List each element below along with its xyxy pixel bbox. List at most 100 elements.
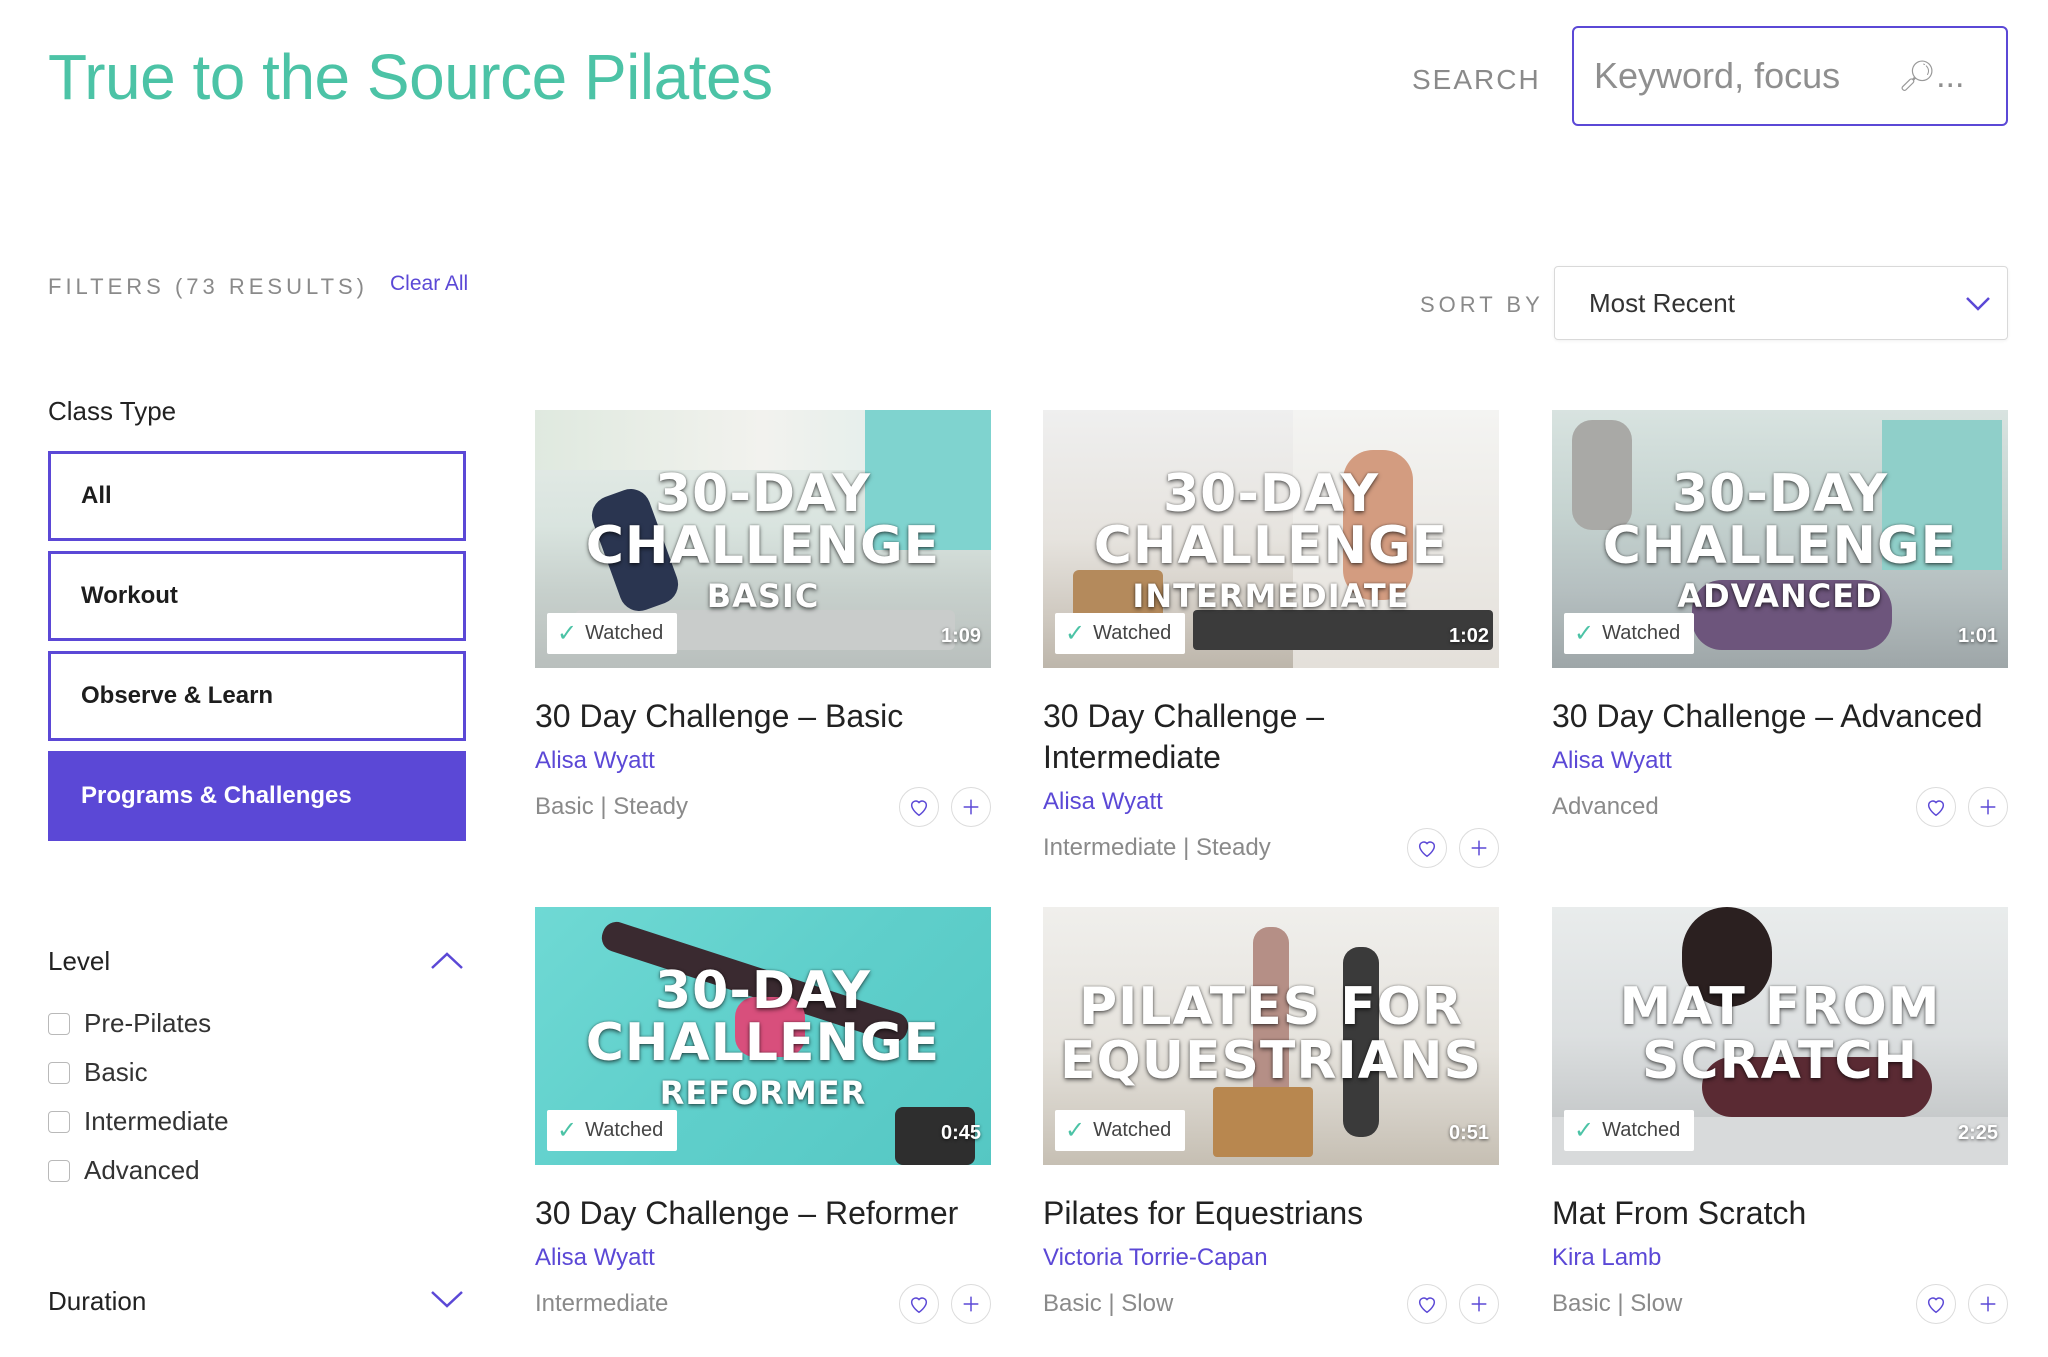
class-card[interactable]: PILATES FOR EQUESTRIANS ✓ Watched 0:51 P… bbox=[1043, 907, 1499, 1324]
filters-results-label: FILTERS (73 RESULTS) bbox=[48, 274, 369, 299]
instructor-link[interactable]: Alisa Wyatt bbox=[535, 1244, 991, 1272]
class-card[interactable]: MAT FROM SCRATCH ✓ Watched 2:25 Mat From… bbox=[1552, 907, 2008, 1324]
sort-select[interactable]: Most Recent bbox=[1554, 266, 2008, 340]
thumbnail-subtitle: BASIC bbox=[706, 577, 820, 615]
instructor-link[interactable]: Alisa Wyatt bbox=[1552, 747, 2008, 775]
sort-by-label: SORT BY bbox=[1420, 292, 1544, 317]
add-to-list-button[interactable] bbox=[1968, 1284, 2008, 1324]
check-icon: ✓ bbox=[557, 620, 578, 647]
clear-all-link[interactable]: Clear All bbox=[390, 272, 468, 296]
plus-icon bbox=[1471, 1296, 1487, 1312]
add-to-list-button[interactable] bbox=[1459, 828, 1499, 868]
class-title[interactable]: 30 Day Challenge – Reformer bbox=[535, 1193, 991, 1234]
class-card[interactable]: 30-DAY CHALLENGE ADVANCED ✓ Watched 1:01… bbox=[1552, 410, 2008, 827]
class-level: Basic | Steady bbox=[535, 793, 688, 820]
check-icon: ✓ bbox=[557, 1117, 578, 1144]
add-to-list-button[interactable] bbox=[1968, 787, 2008, 827]
instructor-link[interactable]: Victoria Torrie-Capan bbox=[1043, 1244, 1499, 1272]
heart-icon bbox=[1927, 1297, 1945, 1314]
thumbnail-title-line: CHALLENGE bbox=[585, 516, 941, 576]
instructor-link[interactable]: Alisa Wyatt bbox=[1043, 788, 1499, 816]
search-box[interactable]: 🔎︎ ... bbox=[1572, 26, 2008, 126]
watched-badge: ✓ Watched bbox=[547, 1110, 678, 1151]
level-option-pre-pilates[interactable]: Pre-Pilates bbox=[48, 1008, 211, 1039]
checkbox[interactable] bbox=[48, 1012, 70, 1035]
class-thumbnail[interactable]: 30-DAY CHALLENGE REFORMER ✓ Watched 0:45 bbox=[535, 907, 991, 1165]
plus-icon bbox=[963, 799, 979, 815]
thumbnail-title-line: SCRATCH bbox=[1641, 1031, 1918, 1091]
level-option-label: Pre-Pilates bbox=[84, 1008, 212, 1038]
heart-icon bbox=[910, 1297, 928, 1314]
class-thumbnail[interactable]: MAT FROM SCRATCH ✓ Watched 2:25 bbox=[1552, 907, 2008, 1165]
watched-badge: ✓ Watched bbox=[1564, 1110, 1695, 1151]
heart-icon bbox=[910, 800, 928, 817]
heart-icon bbox=[1418, 841, 1436, 858]
favorite-button[interactable] bbox=[1916, 1284, 1956, 1324]
chevron-up-icon[interactable] bbox=[428, 946, 466, 976]
check-icon: ✓ bbox=[1574, 620, 1595, 647]
class-thumbnail[interactable]: 30-DAY CHALLENGE BASIC ✓ Watched 1:09 bbox=[535, 410, 991, 668]
watched-label: Watched bbox=[1602, 1119, 1681, 1141]
level-option-label: Advanced bbox=[84, 1155, 200, 1185]
class-title[interactable]: 30 Day Challenge – Intermediate bbox=[1043, 696, 1373, 778]
favorite-button[interactable] bbox=[1407, 828, 1447, 868]
class-type-observe-learn-button[interactable]: Observe & Learn bbox=[48, 651, 466, 741]
thumbnail-subtitle: INTERMEDIATE bbox=[1132, 577, 1410, 615]
thumbnail-subtitle: REFORMER bbox=[659, 1074, 867, 1112]
search-label: SEARCH bbox=[1412, 64, 1541, 95]
favorite-button[interactable] bbox=[899, 787, 939, 827]
class-level: Basic | Slow bbox=[1552, 1290, 1683, 1317]
watched-label: Watched bbox=[1093, 622, 1172, 644]
instructor-link[interactable]: Kira Lamb bbox=[1552, 1244, 2008, 1272]
class-thumbnail[interactable]: 30-DAY CHALLENGE ADVANCED ✓ Watched 1:01 bbox=[1552, 410, 2008, 668]
watched-label: Watched bbox=[585, 1119, 664, 1141]
level-option-advanced[interactable]: Advanced bbox=[48, 1155, 200, 1186]
plus-icon bbox=[1471, 840, 1487, 856]
thumbnail-title-line: 30-DAY bbox=[1162, 464, 1380, 524]
chevron-down-icon[interactable] bbox=[428, 1284, 466, 1314]
class-card[interactable]: 30-DAY CHALLENGE REFORMER ✓ Watched 0:45… bbox=[535, 907, 991, 1324]
instructor-link[interactable]: Alisa Wyatt bbox=[535, 747, 991, 775]
watched-label: Watched bbox=[1602, 622, 1681, 644]
class-type-programs-challenges-button[interactable]: Programs & Challenges bbox=[48, 751, 466, 841]
favorite-button[interactable] bbox=[1916, 787, 1956, 827]
checkbox[interactable] bbox=[48, 1061, 70, 1084]
class-title[interactable]: 30 Day Challenge – Basic bbox=[535, 696, 991, 737]
add-to-list-button[interactable] bbox=[1459, 1284, 1499, 1324]
thumbnail-title-line: 30-DAY bbox=[654, 464, 872, 524]
check-icon: ✓ bbox=[1065, 620, 1086, 647]
favorite-button[interactable] bbox=[1407, 1284, 1447, 1324]
thumbnail-title-line: CHALLENGE bbox=[1602, 516, 1958, 576]
class-type-workout-button[interactable]: Workout bbox=[48, 551, 466, 641]
duration-badge: 0:45 bbox=[940, 1122, 981, 1144]
plus-icon bbox=[1980, 1296, 1996, 1312]
class-type-all-button[interactable]: All bbox=[48, 451, 466, 541]
add-to-list-button[interactable] bbox=[951, 787, 991, 827]
class-thumbnail[interactable]: 30-DAY CHALLENGE INTERMEDIATE ✓ Watched … bbox=[1043, 410, 1499, 668]
watched-label: Watched bbox=[585, 622, 664, 644]
class-title[interactable]: Mat From Scratch bbox=[1552, 1193, 2008, 1234]
plus-icon bbox=[963, 1296, 979, 1312]
class-thumbnail[interactable]: PILATES FOR EQUESTRIANS ✓ Watched 0:51 bbox=[1043, 907, 1499, 1165]
checkbox[interactable] bbox=[48, 1110, 70, 1133]
level-option-basic[interactable]: Basic bbox=[48, 1057, 148, 1088]
class-title[interactable]: 30 Day Challenge – Advanced bbox=[1552, 696, 2008, 737]
sort-selected-value: Most Recent bbox=[1589, 287, 1735, 318]
duration-badge: 1:09 bbox=[940, 625, 981, 647]
class-card[interactable]: 30-DAY CHALLENGE INTERMEDIATE ✓ Watched … bbox=[1043, 410, 1499, 868]
check-icon: ✓ bbox=[1574, 1117, 1595, 1144]
level-option-intermediate[interactable]: Intermediate bbox=[48, 1106, 229, 1137]
add-to-list-button[interactable] bbox=[951, 1284, 991, 1324]
thumbnail-title-line: MAT FROM bbox=[1619, 977, 1941, 1037]
thumbnail-title-line: PILATES FOR bbox=[1078, 977, 1464, 1037]
site-title[interactable]: True to the Source Pilates bbox=[48, 40, 773, 114]
thumbnail-subtitle: ADVANCED bbox=[1677, 577, 1883, 615]
class-title[interactable]: Pilates for Equestrians bbox=[1043, 1193, 1499, 1234]
checkbox[interactable] bbox=[48, 1159, 70, 1182]
class-level: Intermediate bbox=[535, 1290, 669, 1317]
duration-badge: 1:02 bbox=[1448, 625, 1489, 647]
class-card[interactable]: 30-DAY CHALLENGE BASIC ✓ Watched 1:09 30… bbox=[535, 410, 991, 827]
class-level: Basic | Slow bbox=[1043, 1290, 1174, 1317]
search-input[interactable] bbox=[1594, 55, 1894, 97]
favorite-button[interactable] bbox=[899, 1284, 939, 1324]
